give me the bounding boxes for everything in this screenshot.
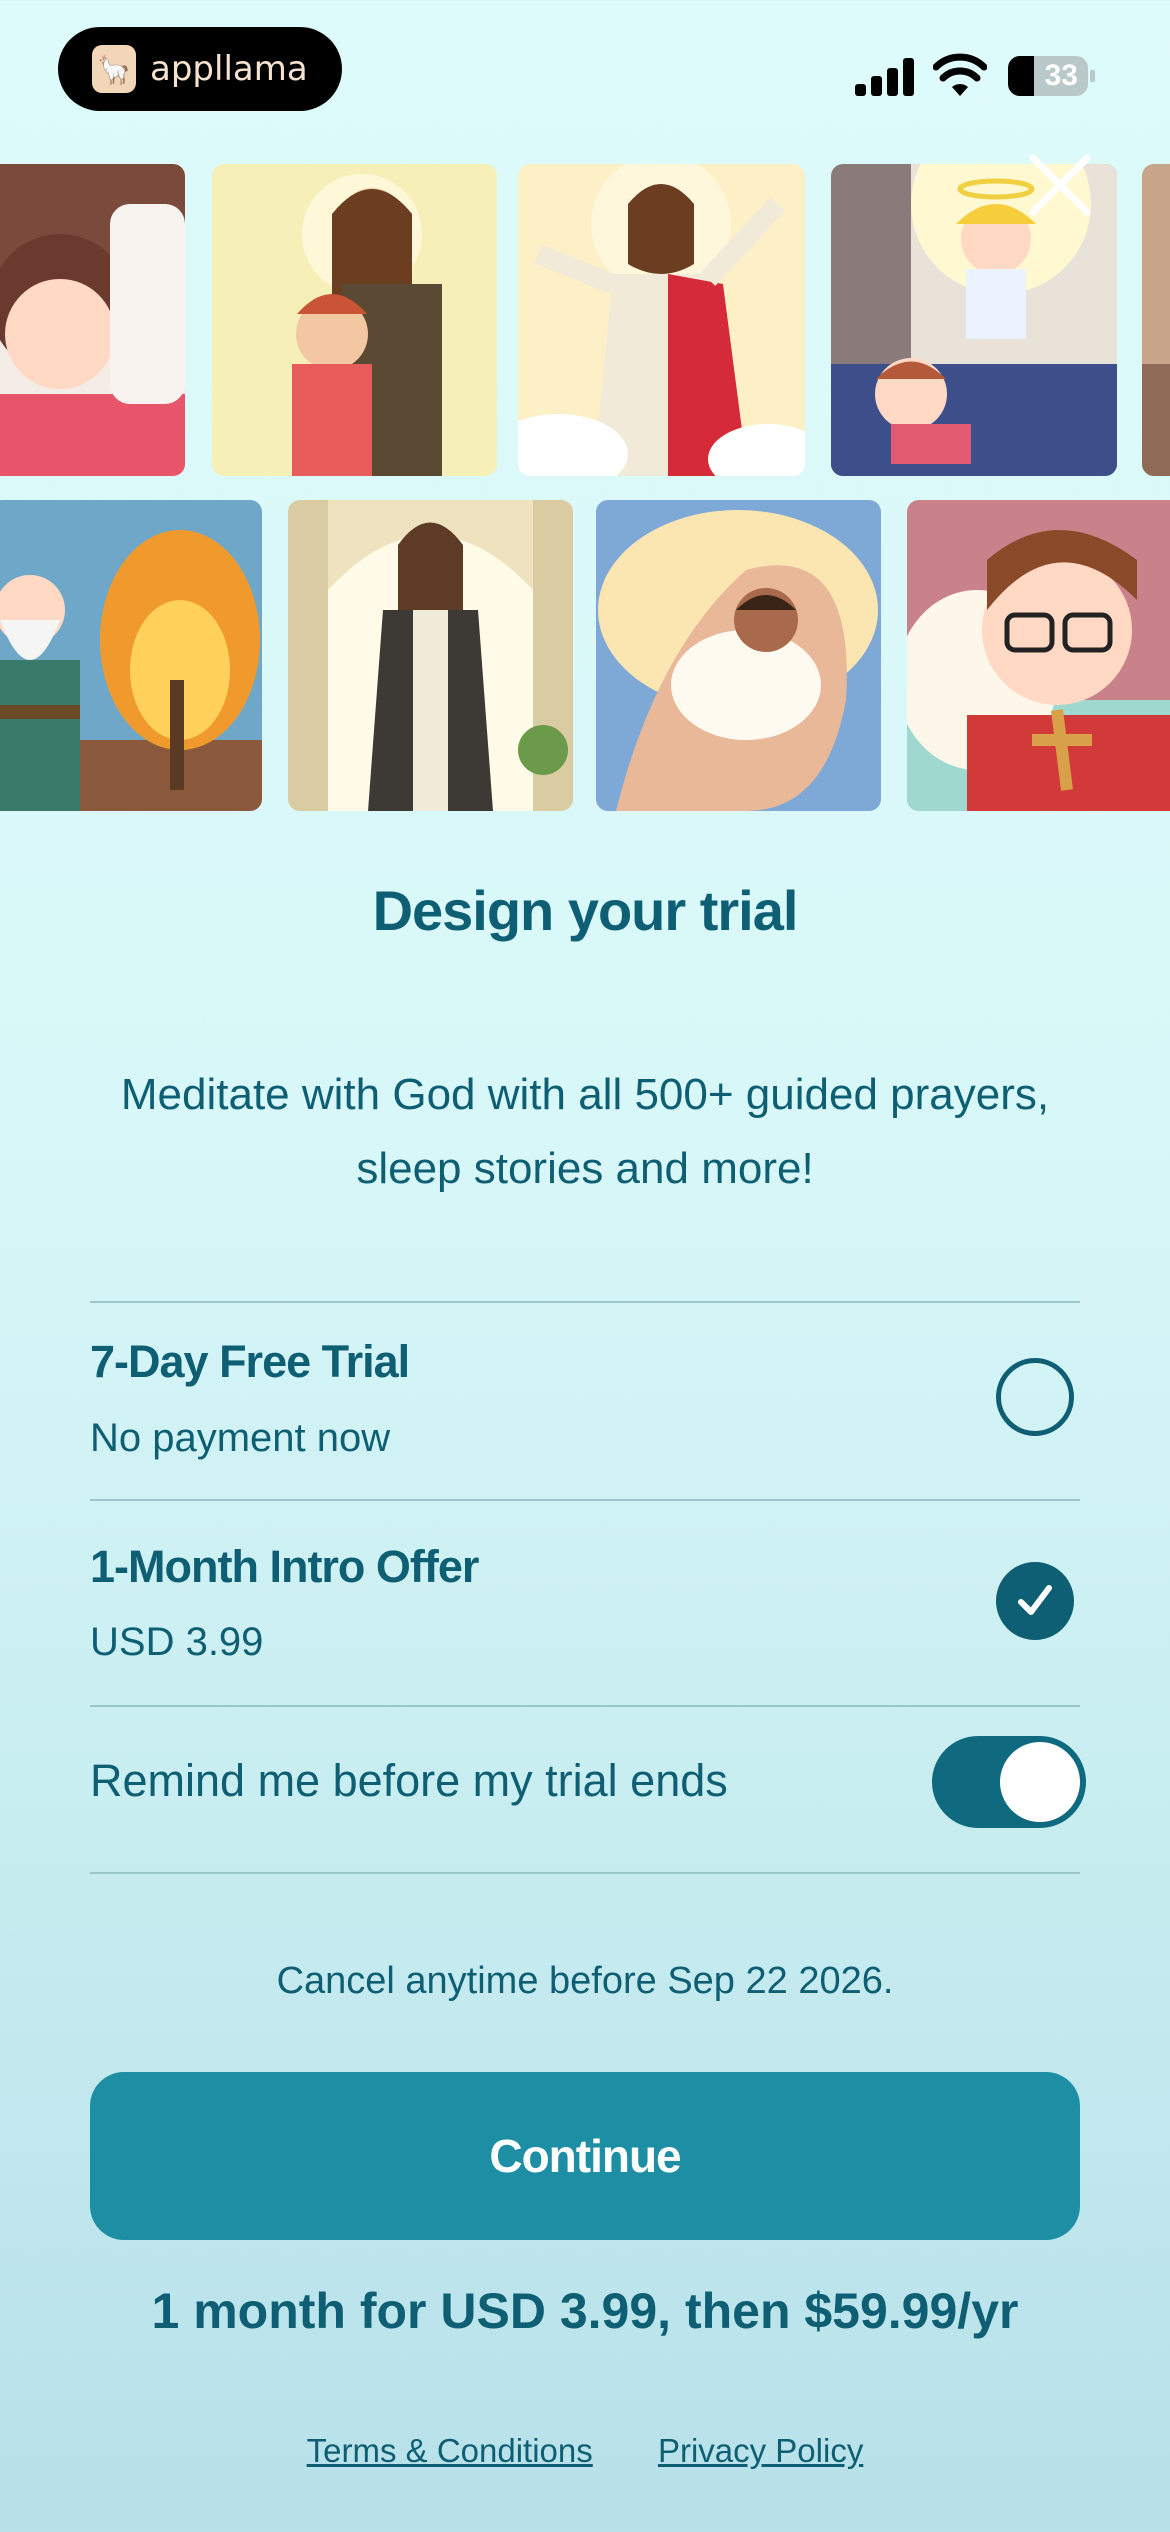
battery-icon: 33 bbox=[1008, 56, 1088, 96]
page-subtitle: Meditate with God with all 500+ guided p… bbox=[120, 1070, 1050, 1193]
illustration-hands-holding-baby bbox=[596, 500, 881, 811]
illustration-jesus-hugging-child bbox=[212, 164, 497, 476]
battery-nub bbox=[1090, 70, 1095, 82]
illustration-jesus-in-town bbox=[288, 500, 573, 811]
divider bbox=[90, 1499, 1080, 1501]
terms-link[interactable]: Terms & Conditions bbox=[307, 2432, 593, 2469]
app-badge-label: appllama bbox=[150, 49, 308, 89]
divider bbox=[90, 1705, 1080, 1707]
option-free-trial-radio[interactable] bbox=[996, 1358, 1074, 1436]
toggle-knob bbox=[1000, 1742, 1080, 1822]
signal-icon bbox=[855, 58, 915, 96]
divider bbox=[90, 1301, 1080, 1303]
illustration-partial-right-1 bbox=[1142, 164, 1170, 476]
close-icon[interactable] bbox=[1025, 150, 1095, 220]
footer-links: Terms & Conditions Privacy Policy bbox=[0, 2432, 1170, 2470]
reminder-toggle[interactable] bbox=[932, 1736, 1086, 1828]
option-intro-offer-radio[interactable] bbox=[996, 1562, 1074, 1640]
app-badge[interactable]: 🦙 appllama bbox=[58, 27, 342, 111]
battery-level: 33 bbox=[1044, 59, 1078, 92]
cancel-note: Cancel anytime before Sep 22 2026. bbox=[276, 1960, 894, 2002]
price-summary: 1 month for USD 3.99, then $59.99/yr bbox=[151, 2283, 1019, 2339]
illustration-boy-with-cross bbox=[907, 500, 1170, 811]
option-intro-offer-subtitle: USD 3.99 bbox=[90, 1620, 264, 1664]
reminder-label: Remind me before my trial ends bbox=[90, 1755, 728, 1806]
option-free-trial-subtitle: No payment now bbox=[90, 1416, 391, 1460]
illustration-jesus-ascending bbox=[518, 164, 805, 476]
wifi-icon bbox=[933, 53, 987, 96]
illustration-girl-sleeping bbox=[0, 164, 185, 476]
privacy-link[interactable]: Privacy Policy bbox=[658, 2432, 863, 2469]
llama-logo-icon: 🦙 bbox=[92, 45, 136, 93]
option-intro-offer-title: 1-Month Intro Offer bbox=[90, 1541, 479, 1592]
option-free-trial-title: 7-Day Free Trial bbox=[90, 1336, 410, 1387]
page-title: Design your trial bbox=[372, 879, 799, 942]
illustration-moses-burning-bush bbox=[0, 500, 262, 811]
continue-button[interactable]: Continue bbox=[90, 2072, 1080, 2240]
divider bbox=[90, 1872, 1080, 1874]
check-icon bbox=[1018, 1585, 1052, 1615]
